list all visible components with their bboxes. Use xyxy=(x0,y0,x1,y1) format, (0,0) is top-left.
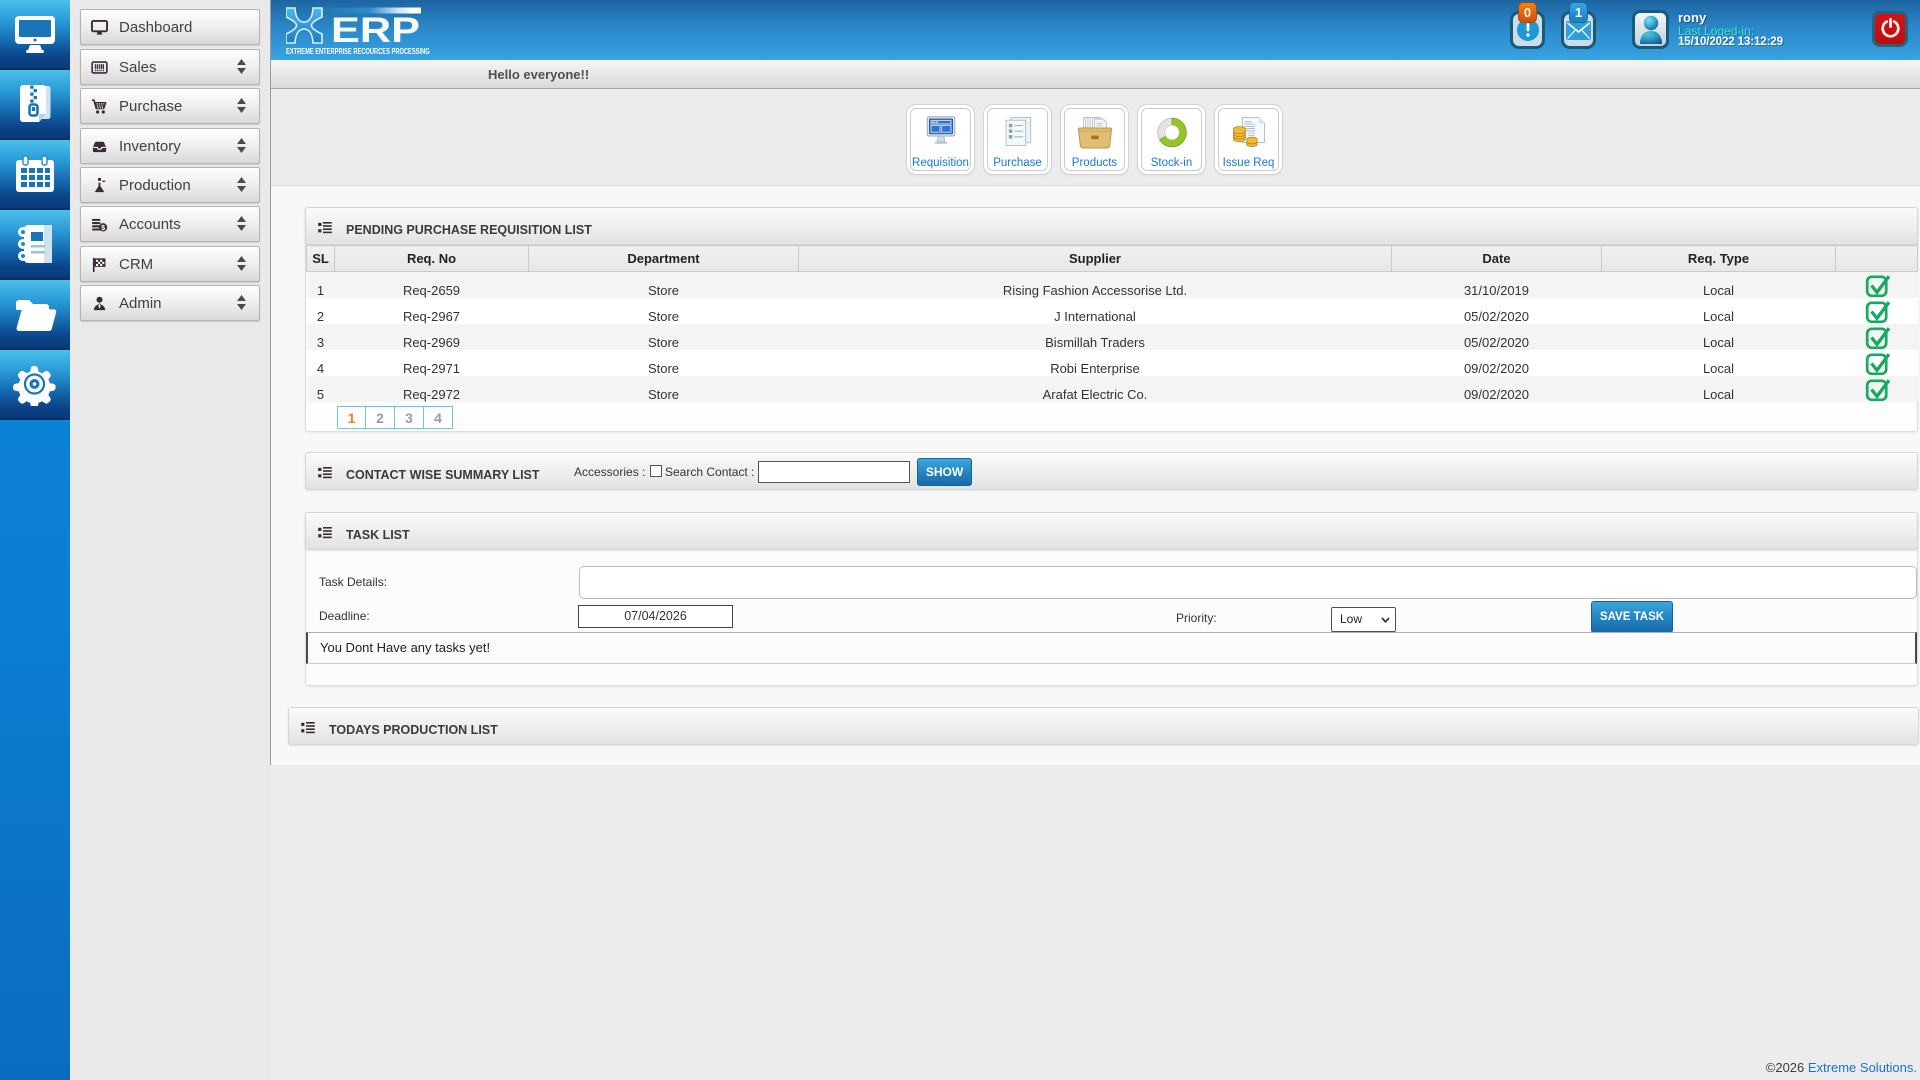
svg-text:$: $ xyxy=(101,223,105,231)
svg-text:ERP: ERP xyxy=(331,11,420,50)
